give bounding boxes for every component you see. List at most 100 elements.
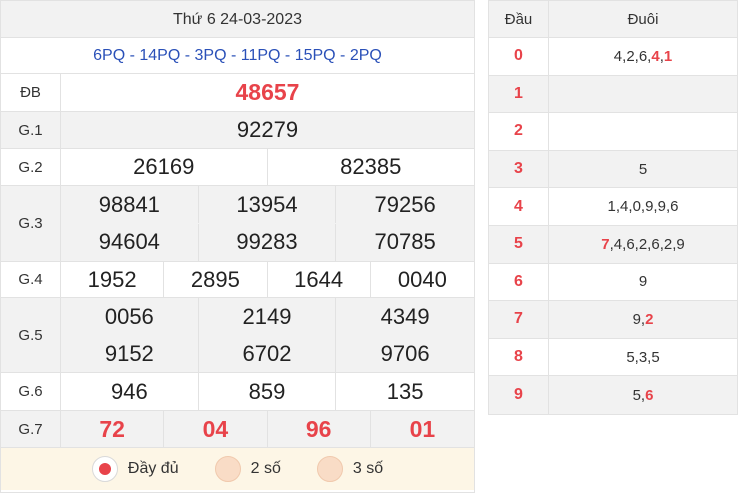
loto-tail-digits: 5,3,5 [549, 339, 737, 376]
results-table: Thứ 6 24-03-2023 6PQ - 14PQ - 3PQ - 11PQ… [0, 0, 475, 493]
tail-digit: 5 [638, 160, 648, 178]
loto-tail-digits: 1,4,0,9,9,6 [549, 188, 737, 225]
loto-row: 1 [489, 75, 737, 114]
prize-number: 0040 [397, 266, 447, 292]
tail-digit: 1 [607, 198, 616, 216]
prize-label: G.5 [1, 298, 61, 372]
loto-tail-digits [549, 113, 737, 150]
head-column-header: Đầu [489, 1, 549, 37]
tail-digit: 2 [663, 235, 673, 253]
prize-row-g4: G.4 1952 2895 1644 0040 [1, 262, 474, 298]
tail-digit: 4 [613, 235, 623, 253]
prize-number: 13954 [199, 186, 337, 223]
loto-tail-digits: 5 [549, 151, 737, 188]
tail-digit: 2 [645, 310, 654, 328]
prize-number: 1952 [61, 262, 165, 297]
loto-head-digit: 7 [489, 301, 549, 338]
prize-number: 04 [164, 411, 268, 447]
tail-digit: 6 [651, 235, 660, 253]
prize-number: 82385 [340, 154, 402, 179]
tail-digit: 6 [670, 198, 679, 216]
prize-label: G.3 [1, 186, 61, 261]
prize-number: 2895 [164, 262, 268, 297]
prize-label: ĐB [1, 74, 61, 111]
prize-number: 9706 [380, 340, 430, 366]
tail-digit: 9 [638, 273, 648, 291]
prize-label: G.7 [1, 411, 61, 447]
radio-checked-dot [98, 463, 111, 475]
loto-row: 41,4,0,9,9,6 [489, 188, 737, 226]
tail-digit: 7 [601, 235, 610, 253]
loto-tail-digits: 4,2,6,4,1 [549, 38, 737, 75]
prize-number: 98841 [61, 186, 199, 223]
prize-number: 9152 [61, 335, 199, 372]
tail-digit: 2 [638, 235, 648, 253]
tail-digit: 3 [638, 348, 648, 366]
radio-3-digits[interactable] [316, 456, 343, 482]
prize-row-g3: G.3 98841 13954 79256 94604 99283 70785 [1, 186, 474, 262]
loto-row: 69 [489, 263, 737, 302]
prize-number: 4349 [380, 303, 430, 329]
prize-number: 1644 [268, 262, 371, 297]
loto-head-digit: 5 [489, 225, 549, 263]
tail-digit: 9 [645, 198, 654, 216]
prize-number: 79256 [374, 191, 436, 217]
loto-tail-digits: 7,4,6,2,6,2,9 [549, 226, 737, 263]
tail-digit: 6 [638, 47, 648, 65]
prize-number: 6702 [199, 335, 337, 372]
radio-2-digits[interactable] [214, 456, 241, 482]
tail-digit: 5 [626, 348, 635, 366]
loto-row: 04,2,6,4,1 [489, 38, 737, 76]
tail-digit: 4 [620, 198, 629, 216]
prize-number: 72 [61, 411, 165, 447]
radio-full[interactable] [91, 456, 118, 482]
loto-tail-digits: 5,6 [549, 376, 737, 414]
prize-row-g7: G.7 72 04 96 01 [1, 411, 474, 448]
tail-digit: 1 [663, 47, 673, 65]
tail-digit: 9 [657, 198, 666, 216]
loto-head-digit: 3 [489, 150, 549, 188]
loto-head-tail-table: Đầu Đuôi 04,2,6,4,1123541,4,0,9,9,657,4,… [488, 0, 738, 415]
loto-head-digit: 4 [489, 188, 549, 225]
loto-head-digit: 2 [489, 113, 549, 150]
tail-digit: 9 [676, 235, 685, 253]
tail-digit: 6 [645, 386, 654, 404]
prize-number: 0056 [61, 298, 199, 335]
digit-display-options: Đầy đủ 2 số 3 số [1, 448, 474, 490]
prize-number: 2149 [199, 298, 337, 335]
prize-number: 99283 [199, 223, 337, 261]
prize-label: G.4 [1, 262, 61, 297]
tail-digit: 6 [626, 235, 635, 253]
prize-number: 70785 [374, 229, 436, 254]
loto-rows: 04,2,6,4,1123541,4,0,9,9,657,4,6,2,6,2,9… [489, 38, 737, 414]
prize-number: 96 [268, 411, 371, 447]
tail-column-header: Đuôi [627, 10, 659, 28]
tail-digit: 9 [632, 310, 641, 328]
prize-row-g2: G.2 26169 82385 [1, 149, 474, 186]
loto-row: 95,6 [489, 376, 737, 414]
prize-label: G.2 [1, 149, 61, 185]
option-3-digits[interactable]: 3 số [316, 456, 383, 482]
option-full-label: Đầy đủ [127, 460, 179, 477]
prize-number: 946 [61, 373, 199, 410]
loto-tail-digits [549, 76, 737, 113]
prize-number: 01 [409, 415, 436, 442]
loto-header-row: Đầu Đuôi [489, 1, 737, 38]
prize-number: 48657 [235, 79, 300, 105]
loto-row: 79,2 [489, 301, 737, 339]
option-full[interactable]: Đầy đủ [91, 456, 179, 482]
loto-head-digit: 8 [489, 338, 549, 376]
option-2-digits[interactable]: 2 số [214, 456, 281, 482]
draw-date-title: Thứ 6 24-03-2023 [1, 1, 474, 38]
prize-row-g5: G.5 0056 2149 4349 9152 6702 9706 [1, 298, 474, 373]
loto-head-digit: 0 [489, 38, 549, 75]
loto-tail-digits: 9 [549, 264, 737, 301]
tail-digit: 4 [613, 47, 623, 65]
prize-number: 92279 [236, 117, 299, 142]
loto-head-digit: 1 [489, 75, 549, 113]
loto-row: 2 [489, 113, 737, 151]
prize-row-g6: G.6 946 859 135 [1, 373, 474, 411]
prize-row-special: ĐB 48657 [1, 74, 474, 112]
prize-number: 135 [386, 378, 424, 404]
loto-row: 35 [489, 150, 737, 189]
